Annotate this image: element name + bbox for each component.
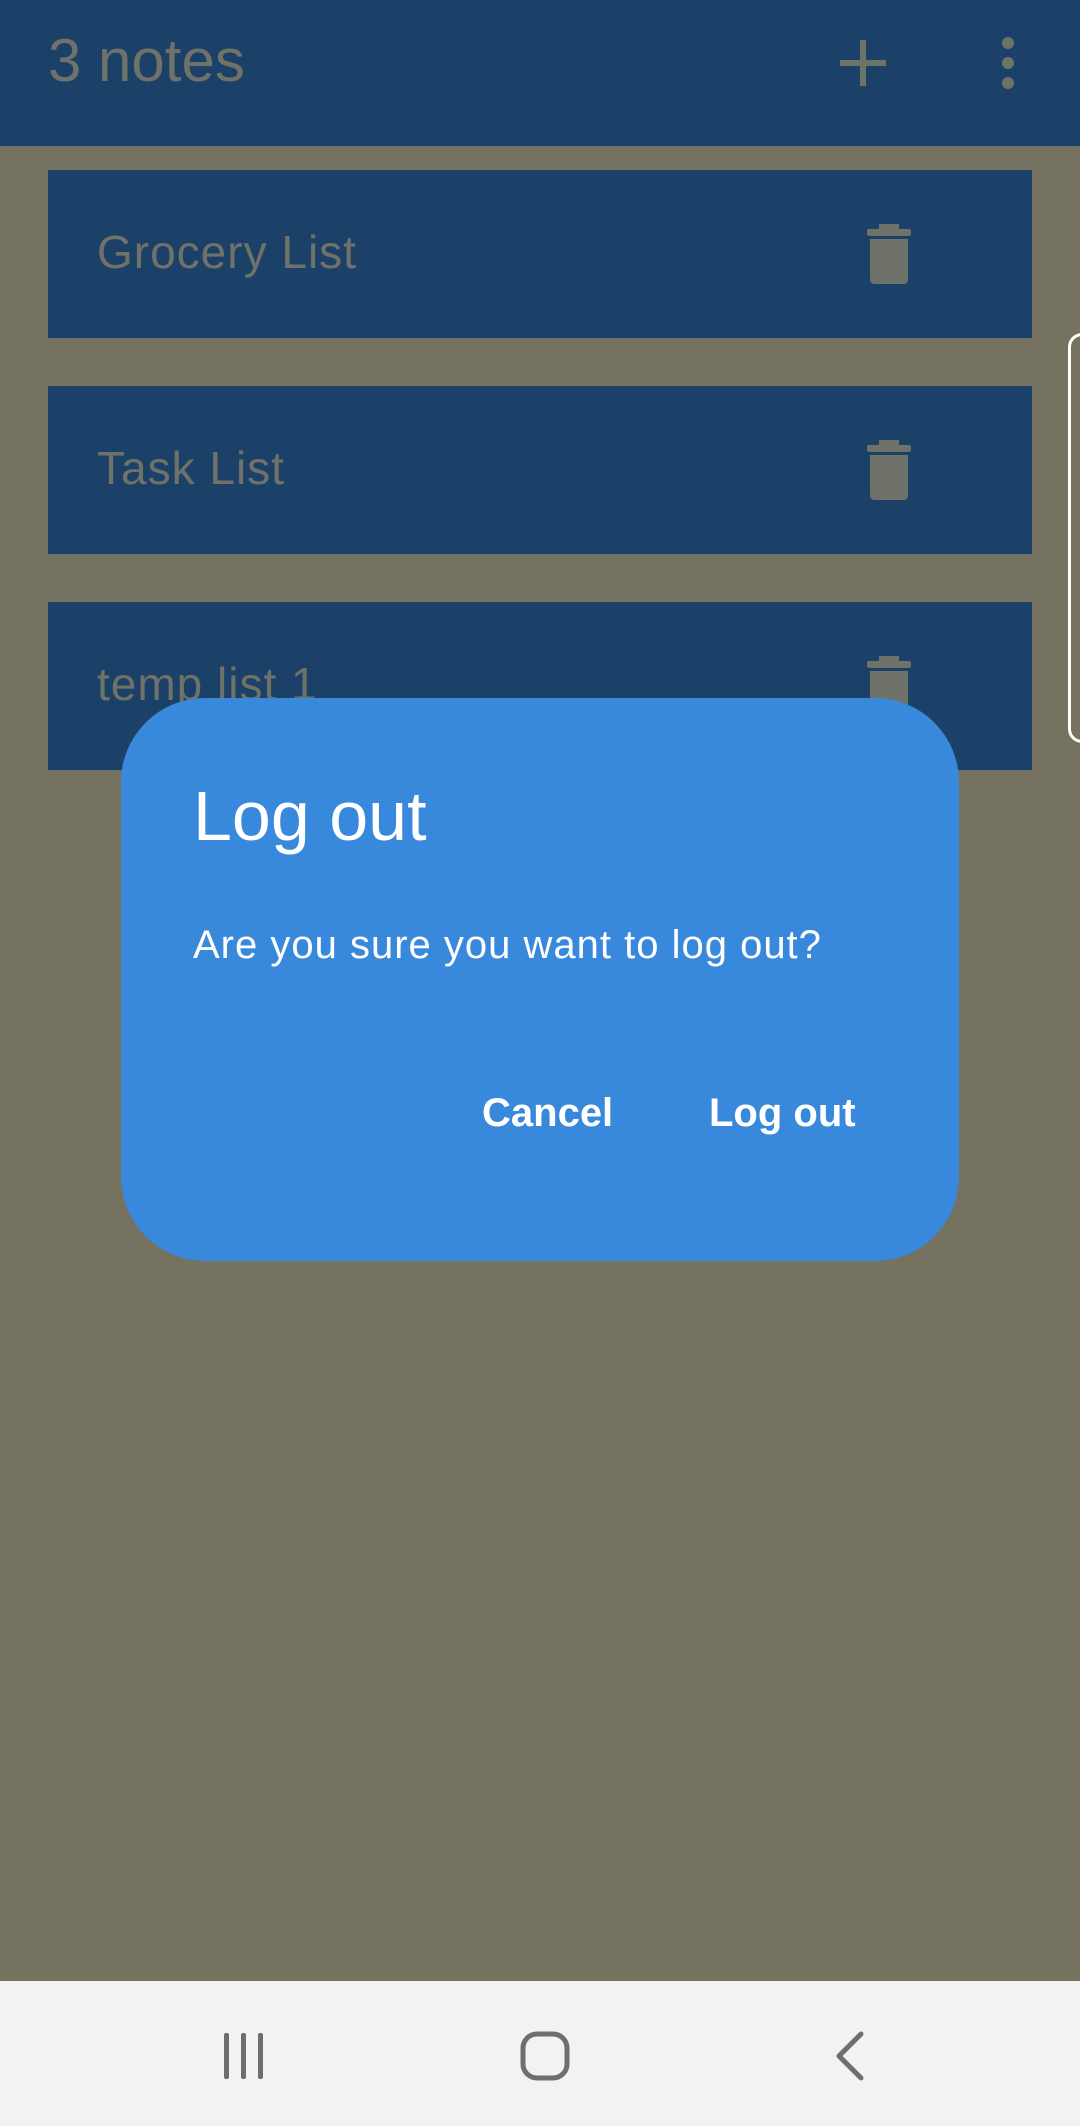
recent-apps-icon [224, 2033, 263, 2079]
app-bar: 3 notes [0, 0, 1080, 146]
list-item[interactable]: Task List [48, 386, 1032, 554]
note-title: Task List [97, 442, 285, 494]
page-title: 3 notes [48, 27, 245, 94]
plus-icon [840, 40, 886, 86]
recent-apps-button[interactable] [199, 2011, 289, 2101]
system-nav-bar [0, 1981, 1080, 2126]
note-title: Grocery List [97, 226, 357, 278]
overflow-menu-button[interactable] [973, 28, 1043, 98]
delete-icon[interactable] [865, 440, 913, 500]
dialog-title: Log out [193, 777, 427, 855]
edge-panel-handle[interactable] [1068, 333, 1080, 743]
cancel-button[interactable]: Cancel [482, 1088, 613, 1138]
logout-button[interactable]: Log out [709, 1088, 856, 1138]
home-button[interactable] [500, 2011, 590, 2101]
logout-dialog: Log out Are you sure you want to log out… [121, 698, 959, 1261]
delete-icon[interactable] [865, 224, 913, 284]
add-note-button[interactable] [828, 28, 898, 98]
dialog-message: Are you sure you want to log out? [193, 923, 822, 967]
list-item[interactable]: Grocery List [48, 170, 1032, 338]
more-vert-icon [1002, 37, 1014, 89]
home-icon [520, 2031, 570, 2081]
back-icon [836, 2031, 864, 2081]
back-button[interactable] [805, 2011, 895, 2101]
